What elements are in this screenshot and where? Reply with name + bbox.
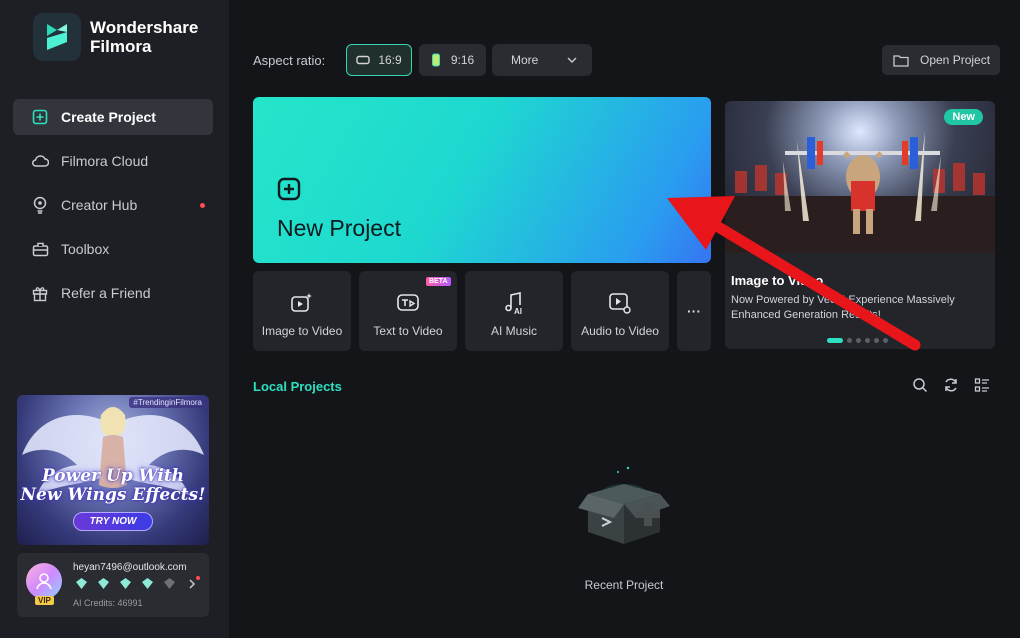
gem-icon <box>163 577 176 590</box>
plus-square-icon <box>31 108 49 126</box>
sidebar-item-label: Toolbox <box>61 241 110 257</box>
image-to-video-icon <box>291 293 312 312</box>
feature-title: Image to Video <box>731 273 824 288</box>
sidebar-item-creator-hub[interactable]: Creator Hub <box>13 187 213 223</box>
beta-badge: BETA <box>426 277 451 286</box>
cloud-icon <box>31 152 49 170</box>
chevron-down-icon <box>567 57 577 63</box>
user-icon <box>36 573 52 590</box>
aspect-ratio-label: Aspect ratio: <box>253 53 326 68</box>
sidebar-item-filmora-cloud[interactable]: Filmora Cloud <box>13 143 213 179</box>
carousel-dot[interactable] <box>847 338 852 343</box>
landscape-icon <box>356 55 371 65</box>
list-view-icon[interactable] <box>974 377 990 393</box>
audio-to-video-icon <box>609 293 631 314</box>
gem-icon <box>97 577 110 590</box>
feature-image: New <box>725 101 995 253</box>
sidebar-item-refer-a-friend[interactable]: Refer a Friend <box>13 275 213 311</box>
aspect-16-9-button[interactable]: 16:9 <box>346 44 412 76</box>
account-email: heyan7496@outlook.com <box>73 562 187 573</box>
tool-image-to-video[interactable]: Image to Video <box>253 271 351 351</box>
recent-project-label: Recent Project <box>584 578 664 592</box>
bulb-icon <box>31 196 49 214</box>
account-panel[interactable]: VIP heyan7496@outlook.com AI Credits: 46… <box>17 553 209 617</box>
carousel-dots <box>827 338 888 343</box>
feature-description: Now Powered by Veo3! Experience Massivel… <box>731 294 955 321</box>
gem-icon <box>119 577 132 590</box>
local-projects-actions <box>912 377 990 393</box>
empty-box-icon <box>578 466 670 544</box>
carousel-dot[interactable] <box>865 338 870 343</box>
app-logo: Wondershare Filmora <box>33 13 198 61</box>
ai-credits: AI Credits: 46991 <box>73 598 143 608</box>
toolbox-icon <box>31 240 49 258</box>
avatar[interactable] <box>26 563 62 599</box>
aspect-more-dropdown[interactable]: More <box>492 44 592 76</box>
sidebar-item-create-project[interactable]: Create Project <box>13 99 213 135</box>
text-to-video-icon <box>397 294 419 311</box>
sidebar-item-label: Filmora Cloud <box>61 153 149 169</box>
tool-audio-to-video[interactable]: Audio to Video <box>571 271 669 351</box>
new-project-label: New Project <box>277 215 401 241</box>
search-icon[interactable] <box>912 377 928 393</box>
chevron-right-icon[interactable] <box>187 579 197 589</box>
app-name-line1: Wondershare <box>90 18 199 37</box>
notification-dot <box>200 203 205 208</box>
tool-text-to-video[interactable]: BETA Text to Video <box>359 271 457 351</box>
svg-text:AI: AI <box>514 307 522 315</box>
gem-icon <box>141 577 154 590</box>
portrait-icon <box>431 53 440 67</box>
carousel-dot-active[interactable] <box>827 338 843 343</box>
vip-badge: VIP <box>35 596 54 605</box>
refresh-icon[interactable] <box>943 377 959 393</box>
gem-icon <box>75 577 88 590</box>
promo-banner[interactable]: #TrendinginFilmora Power Up With New Win… <box>17 395 209 545</box>
folder-icon <box>893 54 909 67</box>
carousel-dot[interactable] <box>856 338 861 343</box>
sidebar-item-label: Refer a Friend <box>61 285 151 301</box>
sidebar-nav: Create Project Filmora Cloud Creator Hub… <box>13 99 213 319</box>
filmora-logo-icon <box>33 13 81 61</box>
tool-ai-music[interactable]: AI AI Music <box>465 271 563 351</box>
promo-hashtag: #TrendinginFilmora <box>129 397 206 408</box>
sidebar-item-toolbox[interactable]: Toolbox <box>13 231 213 267</box>
sidebar-item-label: Creator Hub <box>61 197 138 213</box>
carousel-dot[interactable] <box>883 338 888 343</box>
promo-title: Power Up With New Wings Effects! <box>20 466 206 505</box>
gift-icon <box>31 284 49 302</box>
local-projects-title: Local Projects <box>253 379 342 394</box>
more-tools-button[interactable]: ··· <box>677 271 711 351</box>
open-project-button[interactable]: Open Project <box>882 45 1000 75</box>
ai-music-icon: AI <box>505 292 522 315</box>
new-project-card[interactable]: New Project <box>253 97 711 263</box>
sidebar: Wondershare Filmora Create Project Filmo… <box>0 0 229 638</box>
carousel-dot[interactable] <box>874 338 879 343</box>
app-name-line2: Filmora <box>90 37 152 56</box>
sidebar-item-label: Create Project <box>61 109 156 125</box>
credit-gems <box>75 577 176 590</box>
plus-square-icon <box>277 177 301 201</box>
feature-carousel[interactable]: New Image to Video Now Powered by Veo3! … <box>725 101 995 349</box>
new-badge: New <box>944 109 983 125</box>
try-now-button[interactable]: TRY NOW <box>73 512 153 531</box>
aspect-9-16-button[interactable]: 9:16 <box>419 44 486 76</box>
